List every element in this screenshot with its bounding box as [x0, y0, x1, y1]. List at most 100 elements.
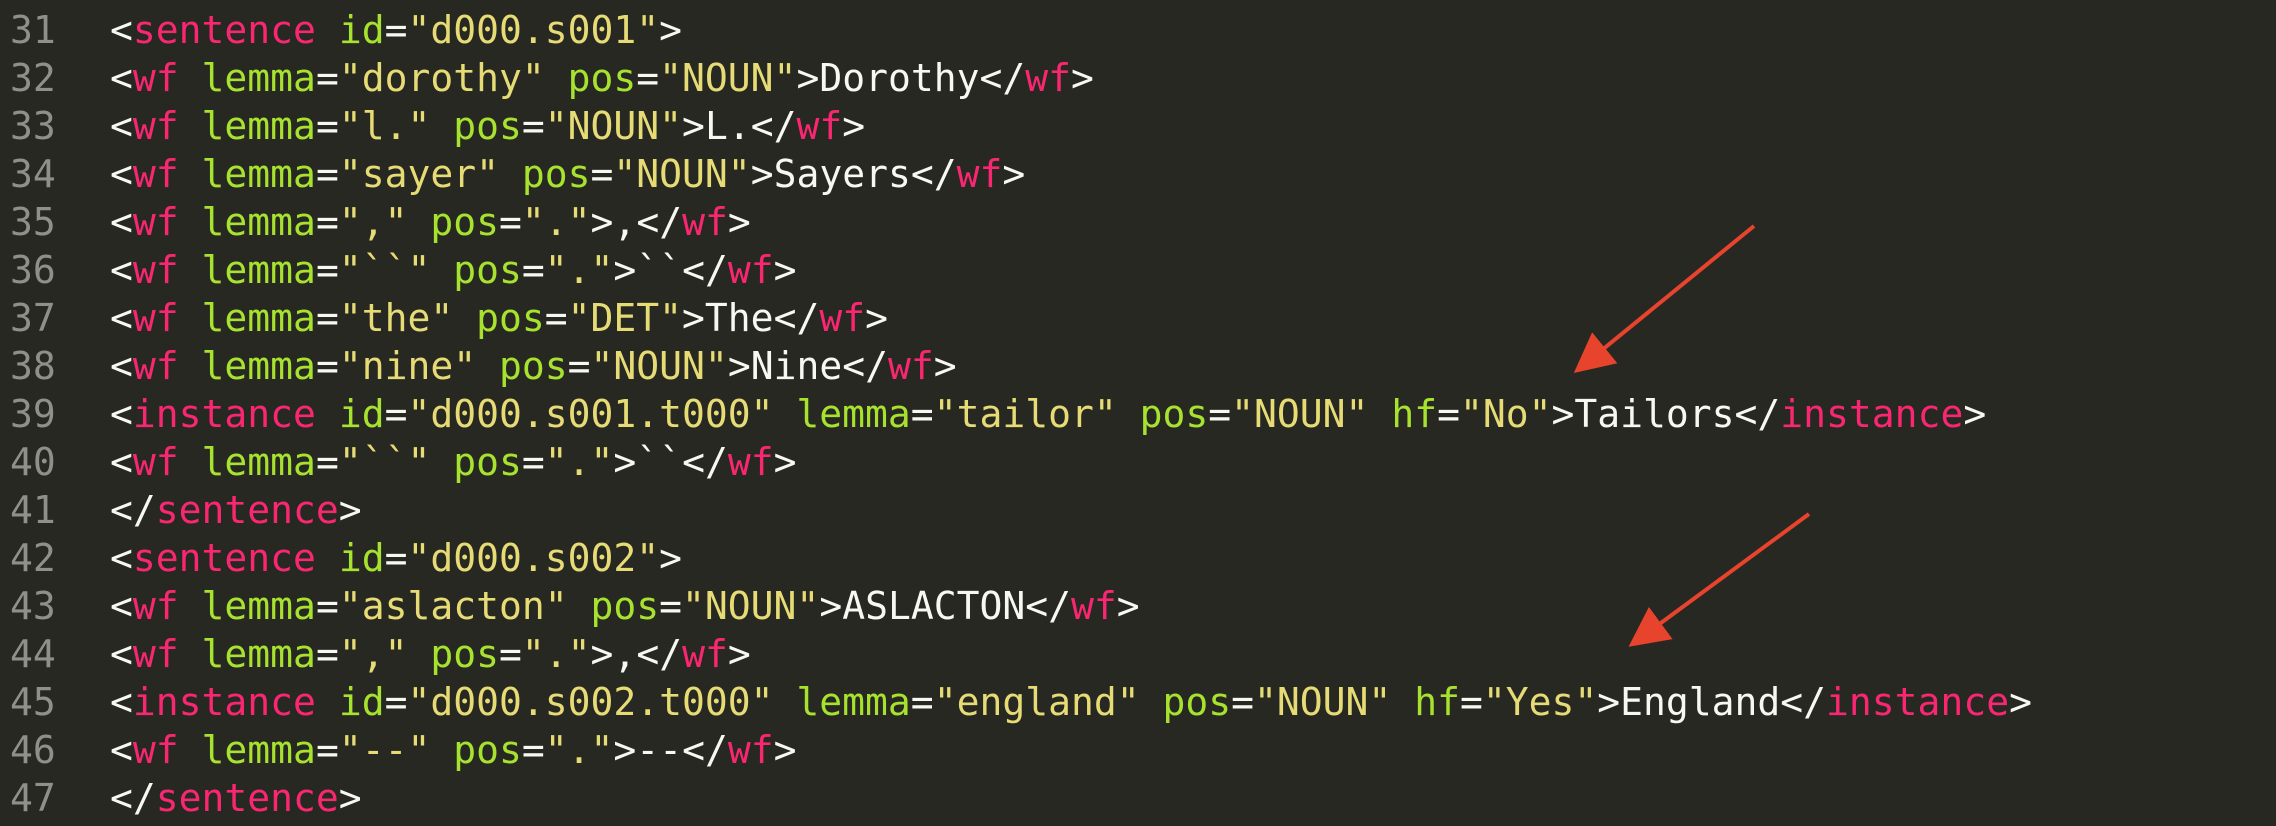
code-token: </ [682, 440, 728, 484]
code-token: > [1597, 680, 1621, 724]
code-token: < [110, 680, 133, 724]
code-editor[interactable]: 31 <sentence id="d000.s001"> 32 <wf lemma="… [0, 0, 2276, 826]
code-token: = [384, 536, 408, 580]
code-token: "dorothy" [338, 56, 545, 100]
code-token: hf [1391, 392, 1438, 436]
code-token: sentence [155, 488, 339, 532]
code-token: pos [453, 728, 522, 772]
code-token: `` [636, 440, 683, 484]
code-token: wf [819, 296, 866, 340]
line-number: 37 [10, 296, 56, 340]
code-token: wf [132, 632, 179, 676]
code-text: <wf lemma="the" pos="DET">The</wf> [110, 294, 888, 342]
code-token: lemma [201, 248, 316, 292]
code-token: < [110, 248, 133, 292]
code-token: = [590, 152, 614, 196]
code-token: = [315, 344, 339, 388]
code-token: > [1551, 392, 1575, 436]
code-token: > [773, 440, 797, 484]
code-token: = [315, 248, 339, 292]
code-token: < [110, 56, 133, 100]
code-token: "NOUN" [682, 584, 820, 628]
code-token: </ [979, 56, 1026, 100]
code-token: "england" [933, 680, 1140, 724]
code-text: <instance id="d000.s002.t000" lemma="eng… [110, 678, 2032, 726]
code-token: "d000.s001" [407, 8, 660, 52]
code-token: = [499, 200, 522, 244]
code-token: lemma [201, 632, 316, 676]
code-token: > [819, 584, 843, 628]
code-token: > [613, 248, 637, 292]
code-token: wf [132, 56, 179, 100]
code-token: wf [132, 152, 179, 196]
code-token: pos [1162, 680, 1232, 724]
code-token: < [110, 536, 133, 580]
code-token: lemma [201, 296, 316, 340]
code-text: <sentence id="d000.s002"> [110, 534, 682, 582]
line-number: 42 [10, 536, 56, 580]
arrow-annotation-yes [1628, 512, 1811, 647]
code-token: > [590, 632, 614, 676]
code-token: "," [338, 632, 408, 676]
code-token: "." [521, 632, 591, 676]
code-token: Dorothy [819, 56, 980, 100]
code-token: lemma [201, 56, 316, 100]
code-token: = [659, 584, 683, 628]
code-token: = [636, 56, 660, 100]
code-token: = [521, 248, 545, 292]
code-token: id [338, 392, 385, 436]
code-token: wf [956, 152, 1003, 196]
code-token: wf [132, 104, 179, 148]
code-token: lemma [201, 728, 316, 772]
code-token: pos [430, 200, 499, 244]
code-token: "l." [338, 104, 431, 148]
code-token: = [384, 680, 408, 724]
code-token: > [727, 200, 751, 244]
line-number: 44 [10, 632, 56, 676]
code-token: > [682, 104, 705, 148]
code-token: = [315, 152, 339, 196]
code-token: pos [453, 440, 522, 484]
code-token: > [773, 248, 797, 292]
code-token: sentence [132, 8, 316, 52]
code-token: = [315, 200, 339, 244]
code-token: = [315, 728, 339, 772]
code-token: < [110, 296, 133, 340]
code-text: <instance id="d000.s001.t000" lemma="tai… [110, 390, 1986, 438]
code-token: < [110, 104, 133, 148]
code-token: , [613, 632, 637, 676]
code-token: wf [132, 296, 179, 340]
code-token: wf [132, 344, 179, 388]
code-token: > [1116, 584, 1140, 628]
code-token: = [910, 680, 934, 724]
code-token: "--" [338, 728, 431, 772]
code-token: = [567, 344, 591, 388]
code-token: pos [521, 152, 591, 196]
code-token: </ [682, 248, 728, 292]
code-token: lemma [201, 104, 316, 148]
code-token: = [544, 296, 568, 340]
code-token: "NOUN" [613, 152, 751, 196]
code-text: <wf lemma="l." pos="NOUN">L.</wf> [110, 102, 865, 150]
code-token: > [659, 8, 683, 52]
code-token: pos [499, 344, 568, 388]
code-token: "NOUN" [1254, 680, 1392, 724]
arrow-annotation-no [1573, 224, 1756, 374]
code-token: pos [476, 296, 545, 340]
code-token: > [590, 200, 614, 244]
code-token: = [521, 104, 545, 148]
code-token: "aslacton" [338, 584, 568, 628]
code-token: < [110, 632, 133, 676]
code-text: </sentence> [110, 774, 362, 822]
